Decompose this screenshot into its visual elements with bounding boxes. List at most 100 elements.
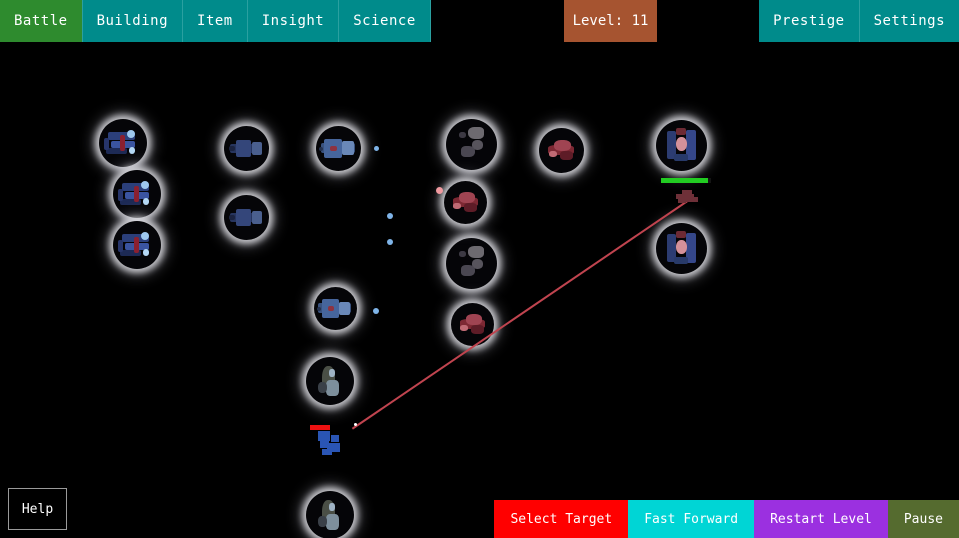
unit-ally-cruiser-2[interactable] (224, 195, 269, 240)
unit-ally-fighter-1[interactable] (99, 119, 147, 167)
unit-ally-scout-1[interactable] (306, 357, 354, 405)
enemy-boss-1-sprite (656, 120, 707, 171)
unit-ally-cruiser-1[interactable] (224, 126, 269, 171)
enemy-laser-beam-impact (354, 423, 357, 426)
enemy-boss-1-part-3 (676, 137, 687, 151)
level-indicator: Level: 11 (564, 0, 657, 42)
ally-fighter-1-part-7 (103, 138, 109, 150)
ally-destroyer-2-sprite (314, 287, 357, 330)
unit-enemy-boss-1[interactable] (656, 120, 707, 171)
unit-enemy-redship-1[interactable] (444, 181, 487, 224)
ally-destroyer-2-part-4 (327, 305, 334, 312)
nav-tab-insight-label: Insight (261, 13, 325, 29)
nav-tab-science[interactable]: Science (339, 0, 431, 42)
unit-ally-fighter-2[interactable] (113, 170, 161, 218)
pause-button[interactable]: Pause (887, 500, 959, 538)
enemy-boss-1-health (661, 178, 711, 183)
select-target-button[interactable]: Select Target (494, 500, 629, 538)
nav-tab-building[interactable]: Building (82, 0, 184, 42)
ally-scout-2-part-4 (329, 503, 335, 512)
enemy-redship-3-part-2 (554, 139, 572, 152)
enemy-redship-2-part-4 (460, 324, 469, 331)
enemy-boss-1-part-4 (676, 128, 686, 136)
ally-fighter-2-sprite (113, 170, 161, 218)
ally-projectile-3 (387, 239, 393, 245)
enemy-redship-2-sprite (451, 303, 494, 346)
unit-enemy-redship-3[interactable] (539, 128, 584, 173)
unit-enemy-boss-2[interactable] (656, 223, 707, 274)
unit-enemy-redship-2[interactable] (451, 303, 494, 346)
enemy-raider-ship[interactable] (676, 190, 700, 206)
ally-fighter-2-part-7 (117, 189, 123, 201)
ally-scout-2-sprite (306, 491, 354, 538)
nav-tab-building-label: Building (96, 13, 169, 29)
unit-ally-scout-2[interactable] (306, 491, 354, 538)
damaged-ally-ship-part-5 (322, 449, 332, 455)
enemy-asteroid-1-sprite (446, 119, 497, 170)
ally-projectile-1 (374, 146, 379, 151)
enemy-raider-ship-part-2 (682, 190, 692, 196)
enemy-asteroid-2-part-1 (468, 246, 484, 259)
ally-cruiser-2-sprite (224, 195, 269, 240)
ally-projectile-4 (373, 308, 379, 314)
level-indicator-label: Level: 11 (572, 13, 649, 29)
nav-tab-battle[interactable]: Battle (0, 0, 83, 42)
ally-cruiser-1-sprite (224, 126, 269, 171)
ally-wreck-health (310, 425, 330, 430)
enemy-redship-1-part-3 (463, 203, 477, 212)
unit-ally-destroyer-2[interactable] (314, 287, 357, 330)
nav-tab-item[interactable]: Item (183, 0, 248, 42)
select-target-button-label: Select Target (510, 511, 613, 527)
damaged-ally-ship[interactable] (318, 431, 344, 457)
restart-level-button[interactable]: Restart Level (754, 500, 888, 538)
game-screen: Battle Building Item Insight Science Lev… (0, 0, 959, 538)
nav-tab-item-label: Item (197, 13, 233, 29)
enemy-boss-2-part-5 (674, 256, 688, 264)
enemy-redship-2-part-2 (465, 314, 482, 326)
ally-scout-1-part-2 (326, 380, 339, 397)
help-button-label: Help (21, 501, 54, 517)
enemy-redship-1-sprite (444, 181, 487, 224)
battlefield[interactable] (0, 42, 959, 538)
enemy-raider-ship-part-3 (686, 197, 698, 202)
enemy-laser-beam (351, 199, 690, 430)
enemy-projectile-1 (436, 187, 443, 194)
ally-cruiser-2-part-3 (251, 211, 262, 224)
enemy-boss-1-part-5 (674, 153, 688, 161)
enemy-redship-3-sprite (539, 128, 584, 173)
unit-ally-fighter-3[interactable] (113, 221, 161, 269)
enemy-redship-2-part-3 (470, 325, 484, 334)
ally-fighter-3-sprite (113, 221, 161, 269)
enemy-asteroid-1-part-3 (461, 145, 475, 157)
ally-scout-2-part-3 (318, 515, 328, 528)
fast-forward-button[interactable]: Fast Forward (628, 500, 755, 538)
enemy-asteroid-2-part-3 (461, 264, 475, 276)
ally-cruiser-2-part-4 (228, 214, 235, 221)
unit-ally-destroyer-1[interactable] (316, 126, 361, 171)
unit-enemy-asteroid-1[interactable] (446, 119, 497, 170)
enemy-redship-1-part-4 (453, 202, 462, 209)
ally-scout-1-part-3 (318, 381, 328, 394)
fast-forward-button-label: Fast Forward (644, 511, 739, 527)
ally-fighter-3-part-6 (142, 248, 150, 256)
ally-scout-2-part-2 (326, 514, 339, 531)
help-button[interactable]: Help (8, 488, 67, 530)
unit-enemy-asteroid-2[interactable] (446, 238, 497, 289)
enemy-asteroid-1-part-4 (459, 132, 467, 139)
ally-wreck-health-fill (310, 425, 330, 430)
nav-tab-prestige[interactable]: Prestige (759, 0, 860, 42)
ally-cruiser-1-part-2 (235, 140, 251, 157)
nav-tab-settings[interactable]: Settings (859, 0, 959, 42)
nav-tab-science-label: Science (353, 13, 416, 29)
restart-level-button-label: Restart Level (770, 511, 872, 527)
enemy-redship-1-part-2 (458, 192, 475, 204)
enemy-asteroid-2-part-4 (459, 251, 467, 258)
enemy-asteroid-2-sprite (446, 238, 497, 289)
nav-tab-prestige-label: Prestige (773, 13, 845, 29)
nav-tab-insight[interactable]: Insight (247, 0, 340, 42)
ally-destroyer-2-part-3 (338, 301, 351, 315)
ally-scout-1-part-4 (329, 369, 335, 378)
nav-tab-battle-label: Battle (14, 13, 68, 29)
ally-fighter-2-part-6 (142, 197, 150, 205)
ally-destroyer-1-sprite (316, 126, 361, 171)
